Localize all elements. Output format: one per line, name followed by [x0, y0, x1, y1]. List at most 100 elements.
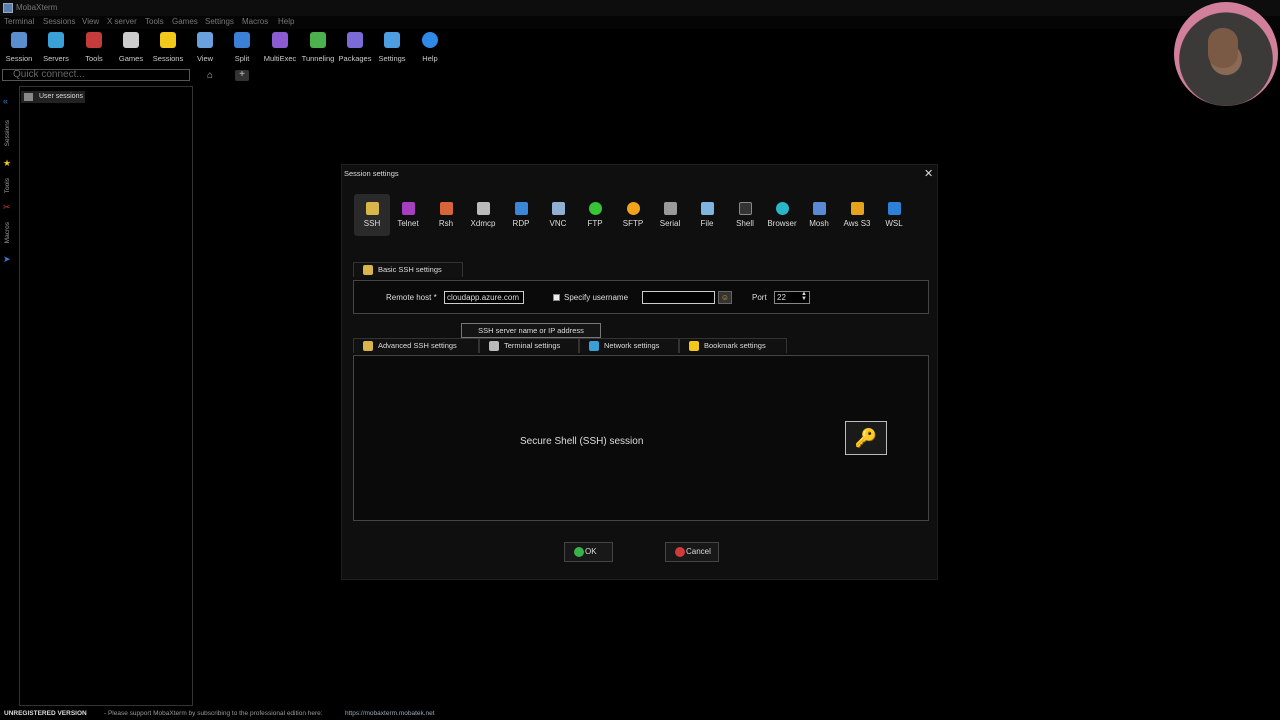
macros-vertical-tab[interactable]: Macros [4, 222, 11, 243]
protocol-sftp[interactable]: SFTP [615, 194, 651, 236]
toolbar-tunneling-button[interactable]: Tunneling [300, 32, 336, 63]
webcam-overlay: ⚙ [1174, 2, 1278, 106]
menu-bar: Terminal Sessions View X server Tools Ga… [0, 16, 1280, 29]
tab-bookmark-settings[interactable]: Bookmark settings [679, 338, 787, 353]
menu-help[interactable]: Help [278, 17, 294, 26]
tools-strip-icon[interactable]: ✂ [3, 202, 16, 213]
user-picker-icon[interactable]: ☺ [718, 291, 732, 304]
tab-terminal-settings[interactable]: Terminal settings [479, 338, 579, 353]
toolbar-multiexec-button[interactable]: MultiExec [262, 32, 298, 63]
tab-advanced-ssh-settings[interactable]: Advanced SSH settings [353, 338, 479, 353]
protocol-rsh[interactable]: Rsh [428, 194, 464, 236]
toolbar-servers-button[interactable]: Servers [38, 32, 74, 63]
toolbar-settings-button[interactable]: Settings [374, 32, 410, 63]
toolbar-split-button[interactable]: Split [224, 32, 260, 63]
session-icon [11, 32, 27, 48]
toolbar-tools-button[interactable]: Tools [76, 32, 112, 63]
menu-terminal[interactable]: Terminal [4, 17, 34, 26]
key-icon: 🔑 [845, 421, 887, 455]
star-icon [160, 32, 176, 48]
quick-connect-input[interactable]: Quick connect... [2, 69, 190, 81]
ssh-icon [365, 202, 379, 215]
split-icon [234, 32, 250, 48]
menu-tools[interactable]: Tools [145, 17, 164, 26]
tab-network-settings[interactable]: Network settings [579, 338, 679, 353]
user-sessions-item[interactable]: User sessions [21, 91, 85, 103]
ok-button[interactable]: OK [564, 542, 613, 562]
rsh-icon [439, 202, 453, 215]
spinner-arrows-icon[interactable]: ▲ ▼ [801, 292, 807, 302]
port-spinbox[interactable]: 22 ▲ ▼ [774, 291, 810, 304]
protocol-rdp[interactable]: RDP [503, 194, 539, 236]
collapse-sidebar-icon[interactable]: « [3, 96, 16, 106]
close-icon[interactable]: ✕ [924, 167, 933, 180]
basic-ssh-settings-tab[interactable]: Basic SSH settings [353, 262, 463, 277]
sessions-vertical-tab[interactable]: Sessions [4, 120, 11, 146]
protocol-xdmcp[interactable]: Xdmcp [465, 194, 501, 236]
toolbar-session-button[interactable]: Session [1, 32, 37, 63]
protocol-vnc[interactable]: VNC [540, 194, 576, 236]
protocol-ssh[interactable]: SSH [354, 194, 390, 236]
specify-username-label: Specify username [564, 293, 629, 302]
ssh-settings-icon [363, 265, 373, 275]
mobaxterm-logo-icon [3, 3, 13, 13]
session-tabs-row: ⌂ + [193, 69, 1280, 83]
toolbar-help-button[interactable]: Help [412, 32, 448, 63]
protocol-telnet[interactable]: Telnet [390, 194, 426, 236]
remote-host-input[interactable]: cloudapp.azure.com [444, 291, 524, 304]
mobatek-link[interactable]: https://mobaxterm.mobatek.net [345, 710, 435, 717]
home-tab-icon[interactable]: ⌂ [207, 70, 219, 82]
protocol-aws-s3[interactable]: Aws S3 [839, 194, 875, 236]
toolbar-games-button[interactable]: Games [113, 32, 149, 63]
protocol-mosh[interactable]: Mosh [801, 194, 837, 236]
aws-s3-icon [850, 202, 864, 215]
specify-username-checkbox[interactable] [553, 294, 560, 301]
tools-vertical-tab[interactable]: Tools [4, 178, 11, 193]
wrench-icon [363, 341, 373, 351]
wsl-icon [887, 202, 901, 215]
menu-settings[interactable]: Settings [205, 17, 234, 26]
star-icon [689, 341, 699, 351]
telnet-icon [401, 202, 415, 215]
mosh-icon [812, 202, 826, 215]
toolbar-view-button[interactable]: View [187, 32, 223, 63]
session-description: Secure Shell (SSH) session [520, 436, 644, 447]
presenter-face [1208, 28, 1238, 68]
browser-icon [775, 202, 789, 215]
basic-ssh-settings-panel: Remote host * cloudapp.azure.com Specify… [353, 280, 929, 314]
menu-sessions[interactable]: Sessions [43, 17, 75, 26]
packages-icon [347, 32, 363, 48]
main-toolbar: Session Servers Tools Games Sessions Vie… [0, 29, 1280, 69]
terminal-icon [489, 341, 499, 351]
ftp-icon [588, 202, 602, 215]
network-icon [589, 341, 599, 351]
xdmcp-icon [476, 202, 490, 215]
vnc-icon [551, 202, 565, 215]
toolbar-sessions-button[interactable]: Sessions [150, 32, 186, 63]
protocol-browser[interactable]: Browser [764, 194, 800, 236]
menu-x-server[interactable]: X server [107, 17, 137, 26]
cancel-icon [675, 547, 685, 557]
serial-icon [663, 202, 677, 215]
new-tab-button[interactable]: + [235, 70, 249, 81]
menu-view[interactable]: View [82, 17, 99, 26]
settings-icon [384, 32, 400, 48]
protocol-wsl[interactable]: WSL [876, 194, 912, 236]
tunneling-icon [310, 32, 326, 48]
games-icon [123, 32, 139, 48]
protocol-shell[interactable]: Shell [727, 194, 763, 236]
remote-host-label: Remote host * [386, 293, 437, 302]
username-input[interactable] [642, 291, 715, 304]
protocol-serial[interactable]: Serial [652, 194, 688, 236]
toolbar-packages-button[interactable]: Packages [337, 32, 373, 63]
cancel-button[interactable]: Cancel [665, 542, 719, 562]
folder-icon [24, 93, 33, 101]
menu-macros[interactable]: Macros [242, 17, 268, 26]
protocol-file[interactable]: File [689, 194, 725, 236]
protocol-ftp[interactable]: FTP [577, 194, 613, 236]
menu-games[interactable]: Games [172, 17, 198, 26]
star-icon[interactable]: ★ [3, 158, 16, 169]
port-label: Port [752, 293, 767, 302]
rdp-icon [514, 202, 528, 215]
send-icon[interactable]: ➤ [3, 254, 16, 265]
